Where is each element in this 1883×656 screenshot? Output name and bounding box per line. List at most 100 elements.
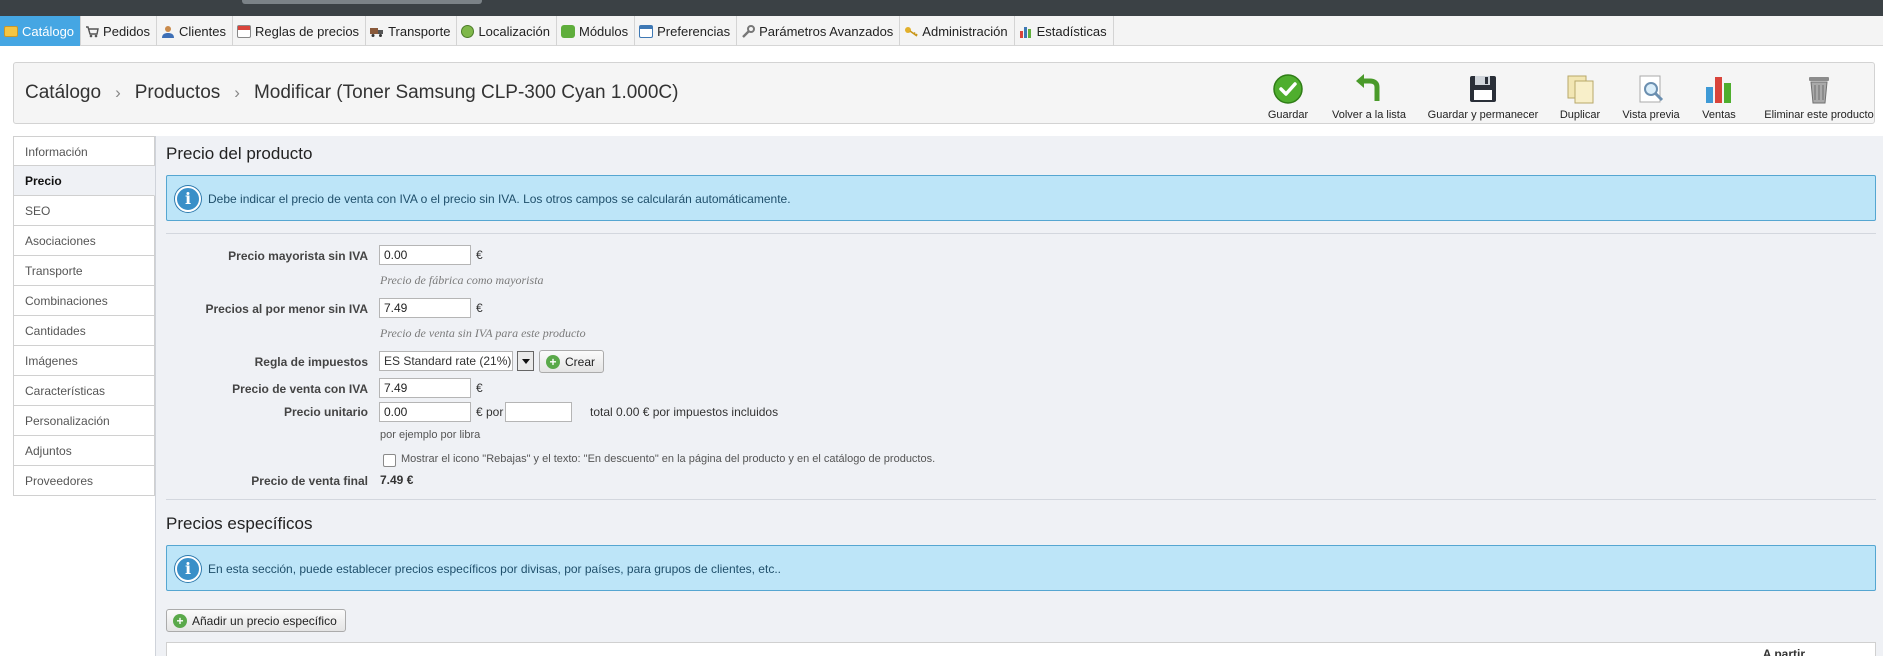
- final-price-value: 7.49 €: [380, 473, 414, 487]
- wholesale-hint: Precio de fábrica como mayorista: [380, 273, 544, 287]
- menu-item-pedidos[interactable]: Pedidos: [81, 16, 158, 46]
- menu-item-preferencias[interactable]: Preferencias: [635, 16, 738, 46]
- retail-with-tax-input[interactable]: [379, 378, 471, 398]
- toolbar-buttons: Guardar Volver a la lista Guardar y perm…: [1256, 69, 1874, 121]
- sales-button[interactable]: Ventas: [1694, 69, 1744, 121]
- info-icon: i: [175, 186, 201, 212]
- menu-item-administracion[interactable]: Administración: [900, 16, 1015, 46]
- save-button[interactable]: Guardar: [1256, 69, 1320, 121]
- tab-imagenes[interactable]: Imágenes: [13, 346, 155, 376]
- add-specific-price-button[interactable]: + Añadir un precio específico: [166, 609, 346, 632]
- duplicate-button[interactable]: Duplicar: [1552, 69, 1608, 121]
- tab-transporte[interactable]: Transporte: [13, 256, 155, 286]
- unit-price-label: Precio unitario: [283, 405, 368, 419]
- menu-item-label: Clientes: [179, 23, 226, 39]
- retail-hint: Precio de venta sin IVA para este produc…: [380, 326, 586, 340]
- retail-price-input[interactable]: [379, 298, 471, 318]
- tab-informacion[interactable]: Información: [13, 136, 155, 166]
- menu-item-parametros-avanzados[interactable]: Parámetros Avanzados: [737, 16, 901, 46]
- user-icon: [161, 25, 175, 38]
- currency-symbol: €: [476, 381, 483, 395]
- menu-item-label: Localización: [478, 23, 550, 39]
- tab-seo[interactable]: SEO: [13, 196, 155, 226]
- unit-per-text: € por: [476, 405, 504, 419]
- unit-example: por ejemplo por libra: [380, 429, 481, 441]
- info-icon: i: [175, 556, 201, 582]
- specific-prices-info-text: En esta sección, puede establecer precio…: [208, 562, 781, 576]
- menu-item-modulos[interactable]: Módulos: [557, 16, 636, 46]
- breadcrumb-catalogo[interactable]: Catálogo: [25, 82, 101, 104]
- tab-personalizacion[interactable]: Personalización: [13, 406, 155, 436]
- magnifier-icon: [1635, 73, 1667, 105]
- preview-button[interactable]: Vista previa: [1618, 69, 1684, 121]
- specific-prices-table-header: A partir: [166, 642, 1876, 656]
- tab-caracteristicas[interactable]: Características: [13, 376, 155, 406]
- tax-rule-select[interactable]: ES Standard rate (21%): [379, 351, 513, 371]
- unit-total-text: total 0.00 € por impuestos incluidos: [590, 405, 779, 419]
- bar-chart-icon: [1019, 25, 1033, 38]
- duplicate-icon: [1564, 73, 1596, 105]
- menu-item-label: Estadísticas: [1036, 23, 1107, 39]
- back-to-list-button[interactable]: Volver a la lista: [1324, 69, 1414, 121]
- menu-item-clientes[interactable]: Clientes: [157, 16, 233, 46]
- unit-price-input[interactable]: [379, 402, 471, 422]
- tab-precio[interactable]: Precio: [13, 166, 155, 196]
- truck-icon: [370, 25, 384, 38]
- tab-adjuntos[interactable]: Adjuntos: [13, 436, 155, 466]
- wholesale-label: Precio mayorista sin IVA: [228, 249, 368, 263]
- menu-item-catalogo[interactable]: Catálogo: [0, 16, 82, 46]
- menu-item-label: Catálogo: [22, 23, 75, 39]
- menu-item-label: Preferencias: [657, 23, 731, 39]
- sales-chart-icon: [1703, 73, 1735, 105]
- price-section-title: Precio del producto: [166, 144, 313, 163]
- specific-prices-info-box: i En esta sección, puede establecer prec…: [166, 545, 1876, 591]
- chevron-down-icon[interactable]: [517, 351, 534, 371]
- menu-item-estadisticas[interactable]: Estadísticas: [1015, 16, 1114, 46]
- on-sale-checkbox[interactable]: [383, 454, 396, 467]
- final-price-label: Precio de venta final: [251, 474, 368, 488]
- price-info-text: Debe indicar el precio de venta con IVA …: [208, 192, 791, 206]
- menu-item-transporte[interactable]: Transporte: [366, 16, 458, 46]
- menu-item-localizacion[interactable]: Localización: [457, 16, 557, 46]
- divider: [166, 499, 1876, 500]
- column-header-a-partir: A partir: [1762, 647, 1805, 656]
- tab-proveedores[interactable]: Proveedores: [13, 466, 155, 496]
- check-icon: [1272, 73, 1304, 105]
- menu-item-label: Reglas de precios: [255, 23, 360, 39]
- product-tabs: Información Precio SEO Asociaciones Tran…: [13, 136, 155, 656]
- folder-icon: [4, 25, 18, 37]
- wrench-icon: [741, 24, 756, 38]
- tab-cantidades[interactable]: Cantidades: [13, 316, 155, 346]
- on-sale-label[interactable]: Mostrar el icono "Rebajas" y el texto: "…: [401, 453, 935, 465]
- delete-product-button[interactable]: Eliminar este producto: [1764, 69, 1874, 121]
- add-icon: +: [173, 613, 187, 628]
- menu-item-label: Parámetros Avanzados: [759, 23, 894, 39]
- calendar-icon: [237, 24, 251, 38]
- cart-icon: [85, 25, 99, 38]
- trash-icon: [1803, 73, 1835, 105]
- wholesale-price-input[interactable]: [379, 245, 471, 265]
- menu-item-label: Módulos: [579, 23, 629, 39]
- globe-icon: [461, 24, 475, 38]
- save-and-stay-button[interactable]: Guardar y permanecer: [1428, 69, 1538, 121]
- menu-item-label: Transporte: [388, 23, 451, 39]
- return-arrow-icon: [1353, 73, 1385, 105]
- main-menu: Catálogo Pedidos Clientes Reglas de prec…: [0, 16, 1883, 46]
- tax-rule-label: Regla de impuestos: [254, 355, 368, 369]
- breadcrumb-separator: ›: [115, 83, 121, 102]
- menu-item-reglas-precios[interactable]: Reglas de precios: [233, 16, 367, 46]
- puzzle-icon: [561, 24, 575, 38]
- specific-prices-title: Precios específicos: [166, 514, 313, 533]
- breadcrumb-productos[interactable]: Productos: [135, 82, 221, 104]
- create-tax-rule-button[interactable]: + Crear: [539, 350, 605, 373]
- page-toolbar: Catálogo › Productos › Modificar (Toner …: [13, 62, 1875, 124]
- key-icon: [904, 25, 918, 38]
- floppy-disk-icon: [1467, 73, 1499, 105]
- top-bar-tab[interactable]: [242, 0, 482, 4]
- retail-label: Precios al por menor sin IVA: [205, 302, 369, 316]
- retail-with-tax-label: Precio de venta con IVA: [232, 382, 368, 396]
- breadcrumb: Catálogo › Productos › Modificar (Toner …: [25, 82, 678, 104]
- tab-combinaciones[interactable]: Combinaciones: [13, 286, 155, 316]
- unit-input[interactable]: [505, 402, 572, 422]
- tab-asociaciones[interactable]: Asociaciones: [13, 226, 155, 256]
